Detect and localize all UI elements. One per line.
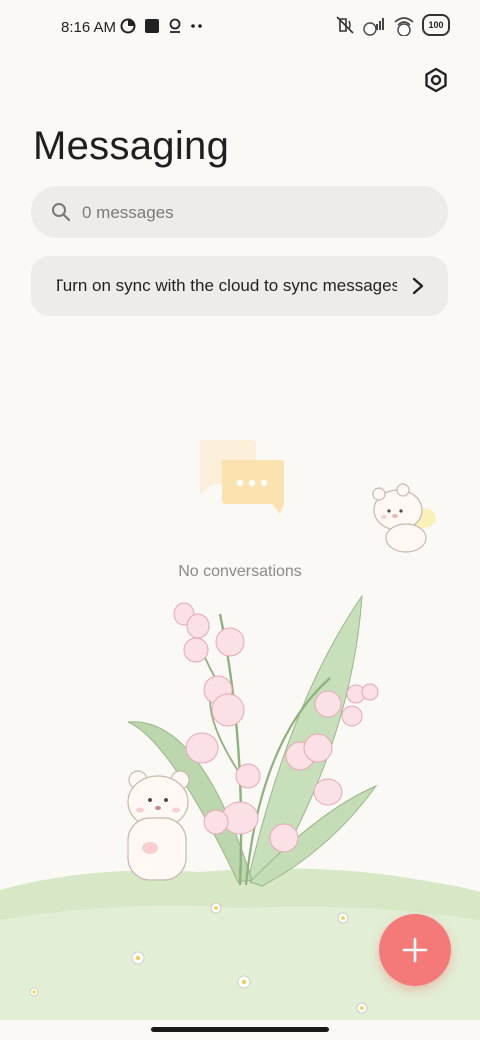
search-placeholder: 0 messages: [82, 203, 174, 222]
more-dots-icon: [191, 24, 202, 28]
page-title: Messaging: [33, 124, 230, 168]
mute-vibrate-icon: [336, 16, 354, 34]
data-saver-icon: [120, 18, 136, 34]
status-time: 8:16 AM: [61, 19, 117, 36]
search-bar[interactable]: 0 messages: [31, 186, 448, 238]
search-icon: [52, 203, 71, 222]
chevron-right-icon: [412, 277, 424, 295]
chat-bubbles-icon: [200, 440, 284, 514]
location-icon: [169, 18, 181, 33]
empty-state-text: No conversations: [178, 563, 302, 580]
bear-image: [127, 770, 190, 881]
new-conversation-button[interactable]: [379, 914, 451, 986]
status-left-icons: [120, 18, 204, 34]
status-bar: 8:16 AM 100: [0, 0, 480, 56]
cloud-sync-text: Turn on sync with the cloud to sync mess…: [57, 276, 397, 295]
battery-icon: 100: [422, 14, 450, 36]
status-right-icons: 100: [334, 14, 450, 36]
plus-icon: [402, 937, 428, 963]
floating-bear-image: [372, 483, 436, 553]
settings-icon: [425, 67, 447, 93]
square-notification-icon: [145, 19, 159, 33]
signal-icon: [363, 18, 384, 36]
wifi-icon: [394, 17, 414, 36]
settings-button[interactable]: [422, 66, 450, 94]
cloud-sync-banner[interactable]: Turn on sync with the cloud to sync mess…: [31, 256, 448, 316]
home-indicator[interactable]: [151, 1027, 329, 1032]
